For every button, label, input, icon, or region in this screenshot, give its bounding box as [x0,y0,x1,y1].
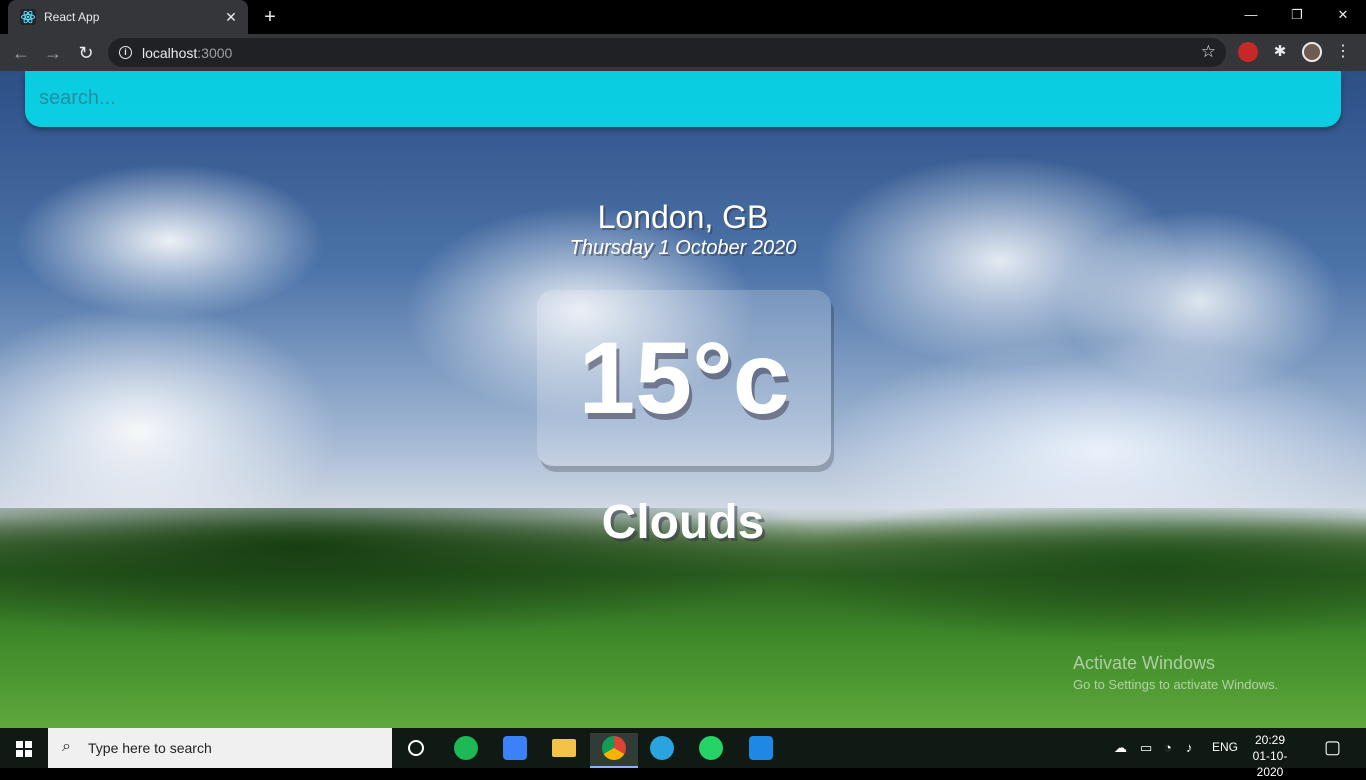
profile-avatar[interactable] [1302,42,1322,62]
reload-button[interactable]: ↻ [73,40,99,66]
battery-icon[interactable]: ▭ [1140,740,1152,756]
todo-check-icon [503,736,527,760]
minimize-button[interactable]: — [1228,0,1274,30]
tab-close-icon[interactable]: ✕ [222,8,240,26]
language-indicator[interactable]: ENG [1212,740,1238,754]
vscode-app[interactable] [737,733,785,768]
wifi-icon[interactable]: ◔ [1164,740,1172,755]
watermark-title: Activate Windows [1073,653,1216,673]
activate-windows-watermark: Activate Windows Go to Settings to activ… [1073,653,1278,692]
onedrive-icon[interactable]: ☁ [1114,740,1127,756]
browser-menu-icon[interactable]: ⋮ [1333,42,1353,62]
browser-tab[interactable]: React App ✕ [8,0,248,34]
weather-condition: Clouds [601,496,765,549]
vscode-icon [749,736,773,760]
search-box [25,71,1341,127]
volume-icon[interactable]: ♪ [1186,740,1193,755]
taskbar-search-placeholder: Type here to search [88,740,212,756]
search-input[interactable] [39,83,1319,113]
new-tab-button[interactable]: + [258,5,282,29]
notification-center-icon[interactable]: ▢ [1324,737,1341,758]
system-clock[interactable]: 20:29 01-10-2020 [1240,732,1300,780]
windows-taskbar: ⌕ Type here to search ☁ ▭ ◔ ♪ ENG 20:29 … [0,728,1366,779]
temperature-box: 15°c [537,290,831,466]
telegram-icon [650,736,674,760]
search-icon: ⌕ [62,738,71,755]
clock-time: 20:29 [1254,733,1286,747]
telegram-app[interactable] [638,733,686,768]
windows-logo-icon [16,741,23,748]
back-button[interactable]: ← [8,40,34,66]
site-info-icon[interactable]: i [119,46,132,59]
location-label: London, GB [597,199,769,235]
start-button[interactable] [0,728,48,768]
task-view-button[interactable] [392,733,440,768]
temperature-value: 15°c [578,321,790,435]
whatsapp-icon [699,736,723,760]
spotify-app[interactable] [442,733,490,768]
task-view-icon [408,740,424,756]
maximize-button[interactable]: ❐ [1274,0,1320,30]
watermark-subtitle: Go to Settings to activate Windows. [1073,677,1279,692]
bookmark-star-icon[interactable]: ☆ [1201,42,1216,62]
address-bar[interactable]: i localhost:3000 ☆ [108,38,1226,67]
chrome-app[interactable] [590,733,638,768]
url-port: :3000 [197,45,233,61]
url-text: localhost:3000 [142,45,232,61]
browser-tab-strip: React App ✕ + — ❐ ✕ [0,0,1366,34]
browser-toolbar: ← → ↻ i localhost:3000 ☆ ✱ ⋮ [0,34,1366,71]
close-window-button[interactable]: ✕ [1320,0,1366,30]
adblock-extension-icon[interactable] [1238,42,1258,62]
react-logo-icon [20,9,36,25]
file-explorer-app[interactable] [540,733,588,768]
date-label: Thursday 1 October 2020 [569,237,797,259]
spotify-icon [454,736,478,760]
forward-button[interactable]: → [40,40,66,66]
chrome-icon [602,736,626,760]
folder-icon [552,739,576,757]
clock-date: 01-10-2020 [1252,749,1288,779]
url-host: localhost [142,45,198,61]
todo-app[interactable] [491,733,539,768]
taskbar-search[interactable]: ⌕ Type here to search [48,728,392,768]
tab-title: React App [44,10,100,24]
weather-app-page: London, GB Thursday 1 October 2020 15°c … [0,71,1366,728]
whatsapp-app[interactable] [687,733,735,768]
extensions-puzzle-icon[interactable]: ✱ [1270,42,1290,62]
